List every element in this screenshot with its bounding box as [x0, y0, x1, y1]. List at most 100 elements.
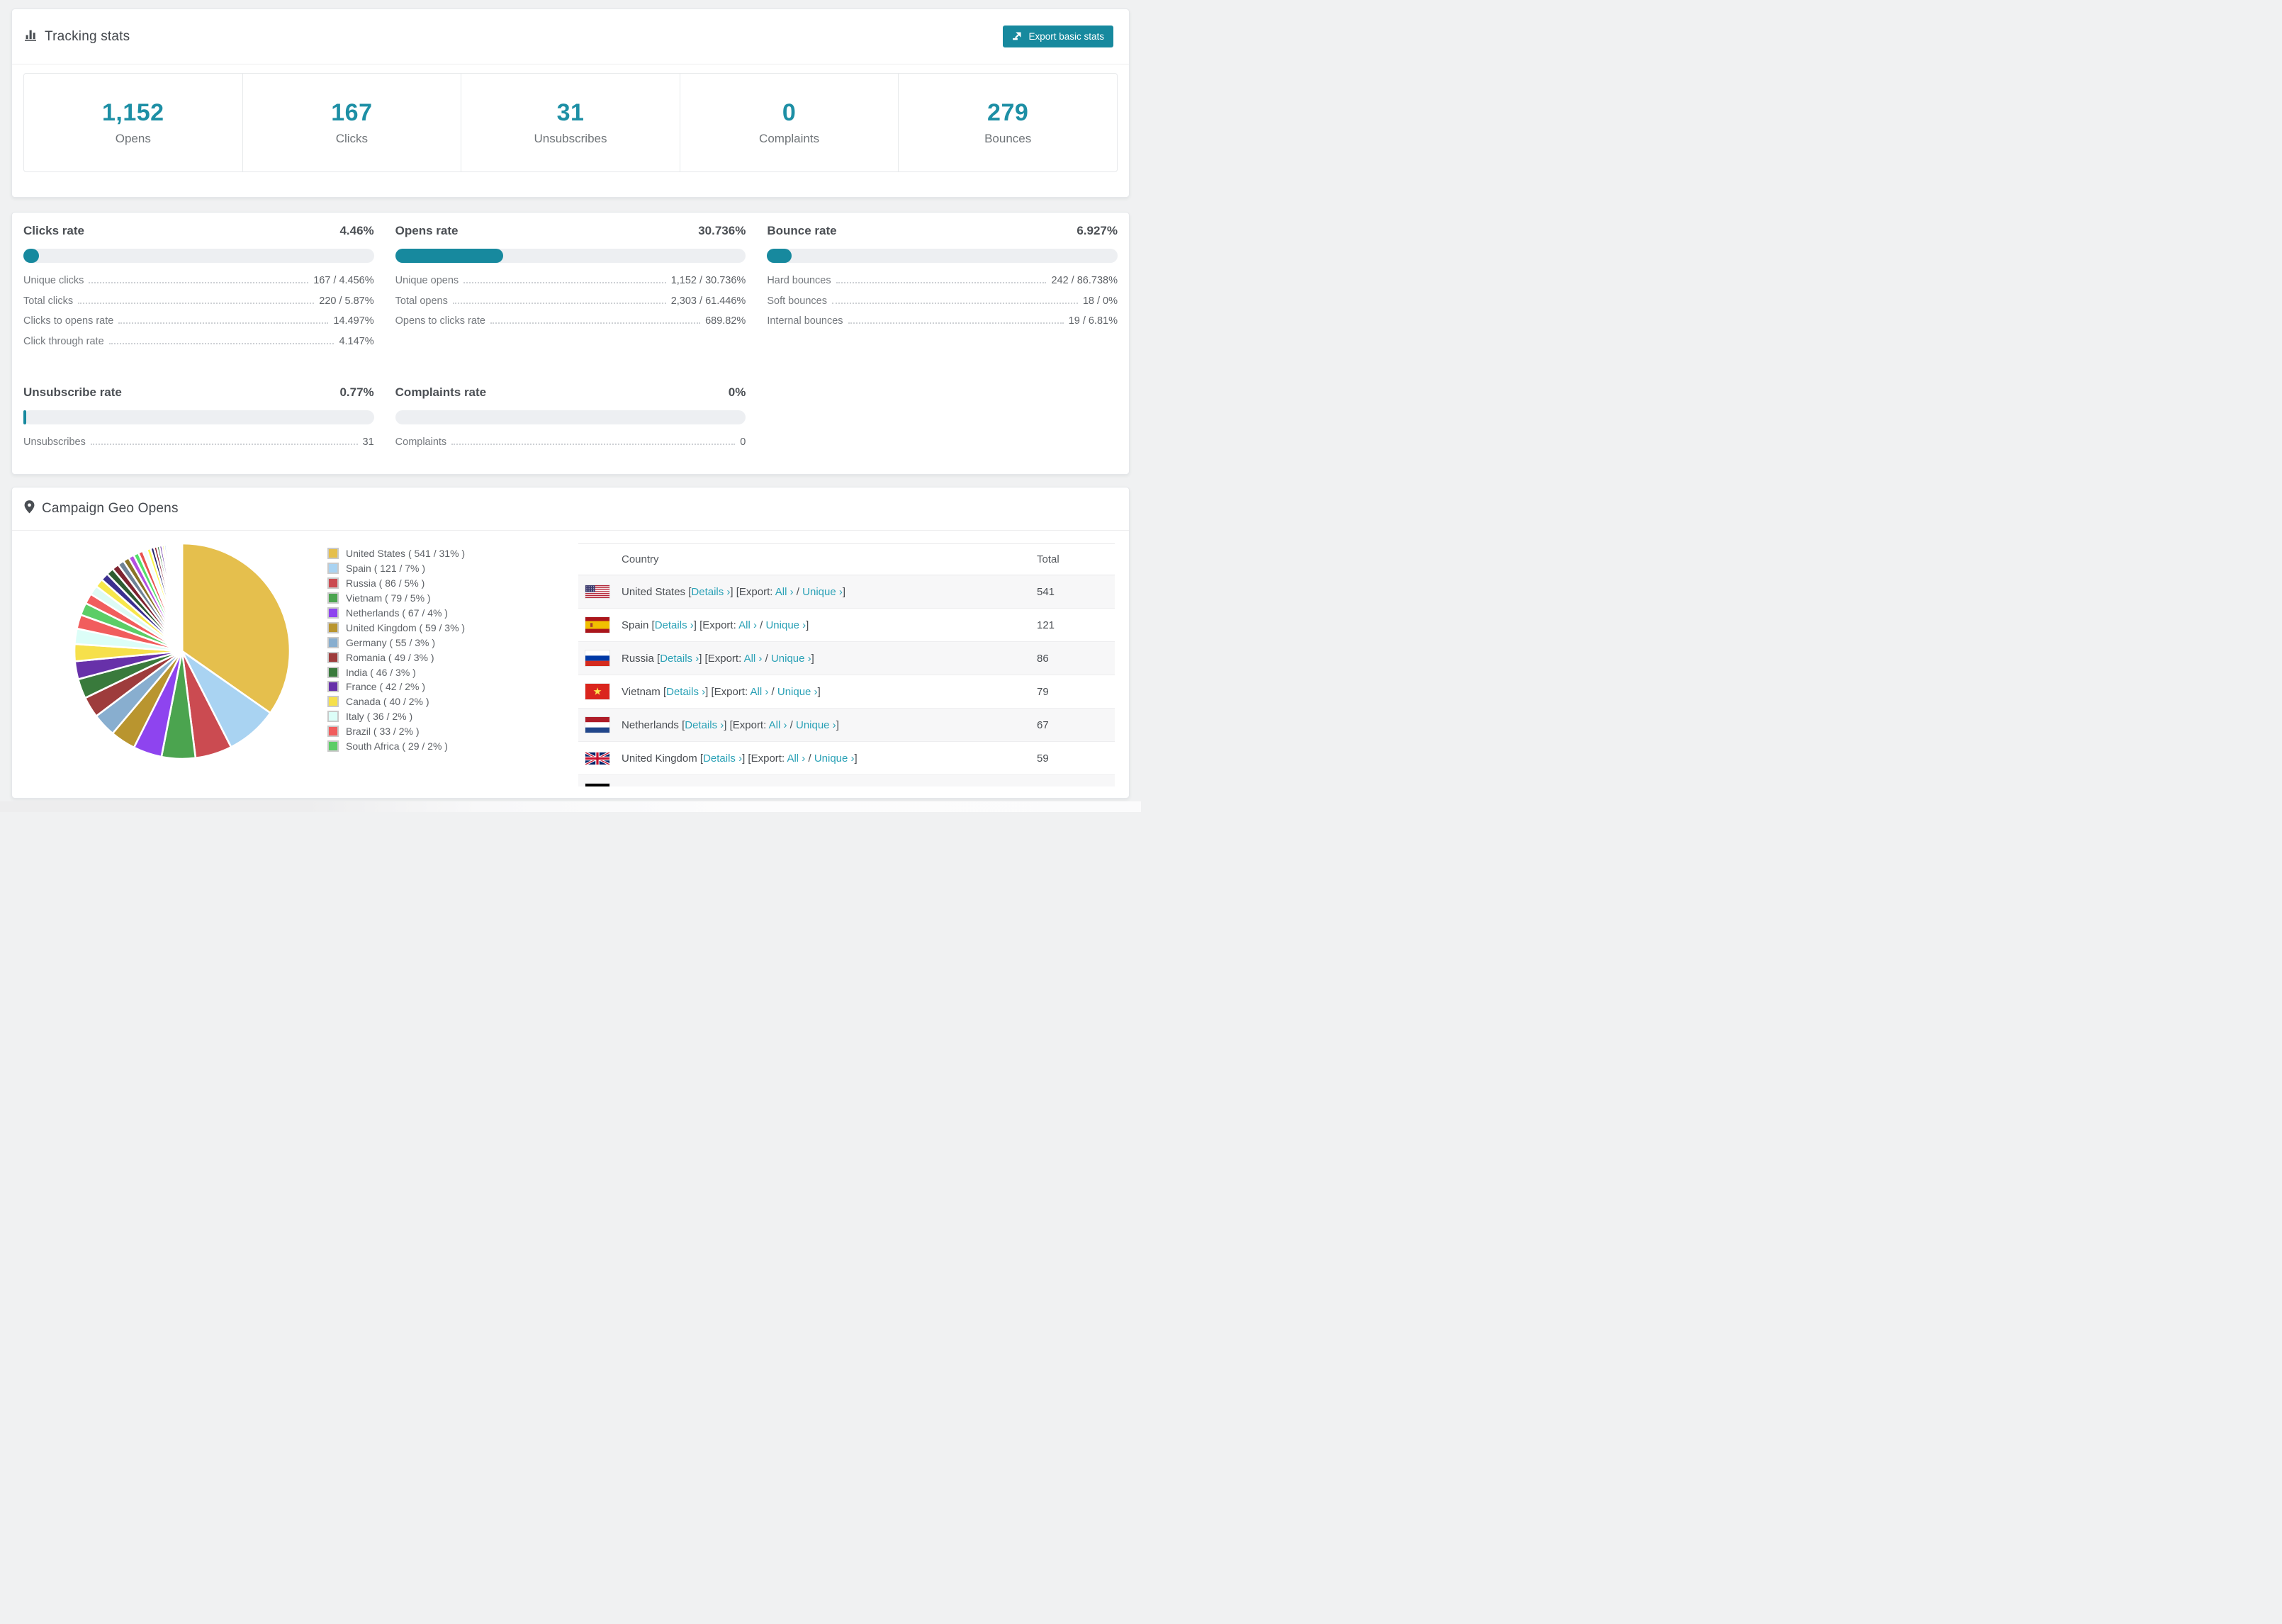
- rate-detail-label: Total opens: [395, 295, 448, 307]
- total-cell: 86: [1037, 653, 1049, 665]
- dotted-leader: [490, 322, 700, 324]
- dotted-leader: [453, 303, 666, 304]
- bracket-text: ] [Export:: [699, 653, 743, 665]
- export-unique-link[interactable]: Unique ›: [771, 653, 811, 665]
- flag-spain-icon: [585, 617, 609, 633]
- bracket-text: ] [Export:: [694, 619, 738, 631]
- page-title: Tracking stats: [45, 29, 130, 45]
- bar-chart-icon: [24, 28, 38, 45]
- table-row: Germany [Details ›] [Export: All › / Uni…: [578, 775, 1115, 786]
- legend-swatch: [327, 711, 339, 722]
- legend-label: United Kingdom ( 59 / 3% ): [346, 622, 465, 633]
- slash-text: /: [794, 586, 803, 598]
- flag-united-kingdom-icon: [585, 752, 609, 765]
- details-link[interactable]: Details ›: [691, 586, 730, 598]
- rate-progress-fill: [767, 249, 791, 263]
- rate-section: Complaints rate0%Complaints0: [395, 384, 746, 457]
- details-link[interactable]: Details ›: [671, 786, 710, 787]
- rate-detail-value: 4.147%: [339, 336, 373, 347]
- export-unique-link[interactable]: Unique ›: [814, 752, 855, 765]
- stat-card: 167Clicks: [243, 74, 462, 171]
- export-all-link[interactable]: All ›: [769, 719, 787, 731]
- country-name: Germany: [622, 786, 668, 787]
- legend-swatch: [327, 726, 339, 737]
- geo-opens-body: United States ( 541 / 31% )Spain ( 121 /…: [12, 531, 1129, 799]
- export-all-link[interactable]: All ›: [738, 619, 757, 631]
- export-all-link[interactable]: All ›: [755, 786, 773, 787]
- bracket-text: ]: [811, 653, 814, 665]
- total-cell: 541: [1037, 586, 1055, 598]
- details-link[interactable]: Details ›: [660, 653, 699, 665]
- legend-item: Russia ( 86 / 5% ): [327, 576, 465, 591]
- export-unique-link[interactable]: Unique ›: [796, 719, 836, 731]
- flag-russia-icon: [585, 650, 609, 666]
- total-cell: 55: [1037, 786, 1049, 787]
- rate-detail-label: Unique opens: [395, 275, 459, 286]
- export-button-label: Export basic stats: [1028, 31, 1104, 42]
- export-all-link[interactable]: All ›: [744, 653, 763, 665]
- stat-card: 0 Complaints: [680, 74, 899, 171]
- bracket-text: ] [Export:: [710, 786, 755, 787]
- export-unique-link[interactable]: Unique ›: [765, 619, 806, 631]
- export-all-link[interactable]: All ›: [787, 752, 805, 765]
- flag-germany-icon: [585, 784, 609, 786]
- legend-label: Brazil ( 33 / 2% ): [346, 726, 419, 737]
- rate-detail-row: Total opens 2,303 / 61.446%: [395, 295, 746, 316]
- details-link[interactable]: Details ›: [666, 686, 705, 698]
- legend-label: India ( 46 / 3% ): [346, 667, 416, 678]
- rate-detail-label: Internal bounces: [767, 315, 843, 327]
- country-name: United Kingdom: [622, 752, 700, 765]
- export-unique-link[interactable]: Unique ›: [782, 786, 823, 787]
- export-unique-link[interactable]: Unique ›: [777, 686, 818, 698]
- country-name: Netherlands: [622, 719, 682, 731]
- legend-swatch: [327, 652, 339, 663]
- export-all-link[interactable]: All ›: [751, 686, 769, 698]
- legend-label: Vietnam ( 79 / 5% ): [346, 592, 431, 604]
- legend-item: Germany ( 55 / 3% ): [327, 635, 465, 650]
- country-cell: United Kingdom [Details ›] [Export: All …: [622, 752, 858, 765]
- dotted-leader: [109, 343, 335, 344]
- flag-netherlands-icon: [585, 717, 609, 733]
- rate-progress-fill: [395, 249, 503, 263]
- rate-detail-row: Unsubscribes31: [23, 436, 374, 457]
- stat-label: Complaints: [759, 132, 819, 146]
- legend-swatch: [327, 622, 339, 633]
- bracket-text: ]: [822, 786, 825, 787]
- export-basic-stats-button[interactable]: Export basic stats: [1003, 26, 1113, 47]
- rate-value: 4.46%: [339, 222, 373, 239]
- legend-swatch: [327, 637, 339, 648]
- stat-label: Opens: [116, 132, 151, 146]
- rate-value: 0%: [729, 384, 746, 401]
- legend-item: India ( 46 / 3% ): [327, 665, 465, 680]
- bracket-text: ] [Export:: [730, 586, 775, 598]
- legend-label: Germany ( 55 / 3% ): [346, 637, 435, 648]
- rate-detail-rows: Hard bounces242 / 86.738%Soft bounces18 …: [767, 275, 1118, 336]
- bracket-text: ] [Export:: [742, 752, 787, 765]
- rate-value: 6.927%: [1077, 222, 1118, 239]
- slash-text: /: [757, 619, 766, 631]
- rate-detail-value: 167 / 4.456%: [313, 275, 373, 286]
- rate-progress-bar: [395, 410, 746, 424]
- rates-grid-bottom: Unsubscribe rate0.77%Unsubscribes31Compl…: [12, 374, 1129, 457]
- rate-section: Clicks rate4.46%Unique clicks167 / 4.456…: [23, 222, 374, 356]
- bottom-fade-strip: [0, 801, 1141, 812]
- details-link[interactable]: Details ›: [685, 719, 724, 731]
- legend-swatch: [327, 548, 339, 559]
- export-all-link[interactable]: All ›: [775, 586, 794, 598]
- rate-detail-row: Internal bounces19 / 6.81%: [767, 315, 1118, 336]
- stat-value: 0: [782, 99, 796, 127]
- export-unique-link[interactable]: Unique ›: [802, 586, 843, 598]
- table-row: Vietnam [Details ›] [Export: All › / Uni…: [578, 675, 1115, 709]
- rates-grid-top: Clicks rate4.46%Unique clicks167 / 4.456…: [12, 213, 1129, 356]
- details-link[interactable]: Details ›: [655, 619, 694, 631]
- country-name: Spain: [622, 619, 652, 631]
- bracket-text: ]: [843, 586, 845, 598]
- rate-detail-value: 18 / 0%: [1083, 295, 1118, 307]
- geo-opens-card: Campaign Geo Opens United States ( 541 /…: [11, 487, 1130, 799]
- details-link[interactable]: Details ›: [703, 752, 742, 765]
- pie-slice: [181, 543, 182, 651]
- rate-detail-value: 2,303 / 61.446%: [671, 295, 746, 307]
- stat-value: 1,152: [102, 99, 164, 127]
- rate-detail-label: Total clicks: [23, 295, 73, 307]
- dotted-leader: [832, 303, 1078, 304]
